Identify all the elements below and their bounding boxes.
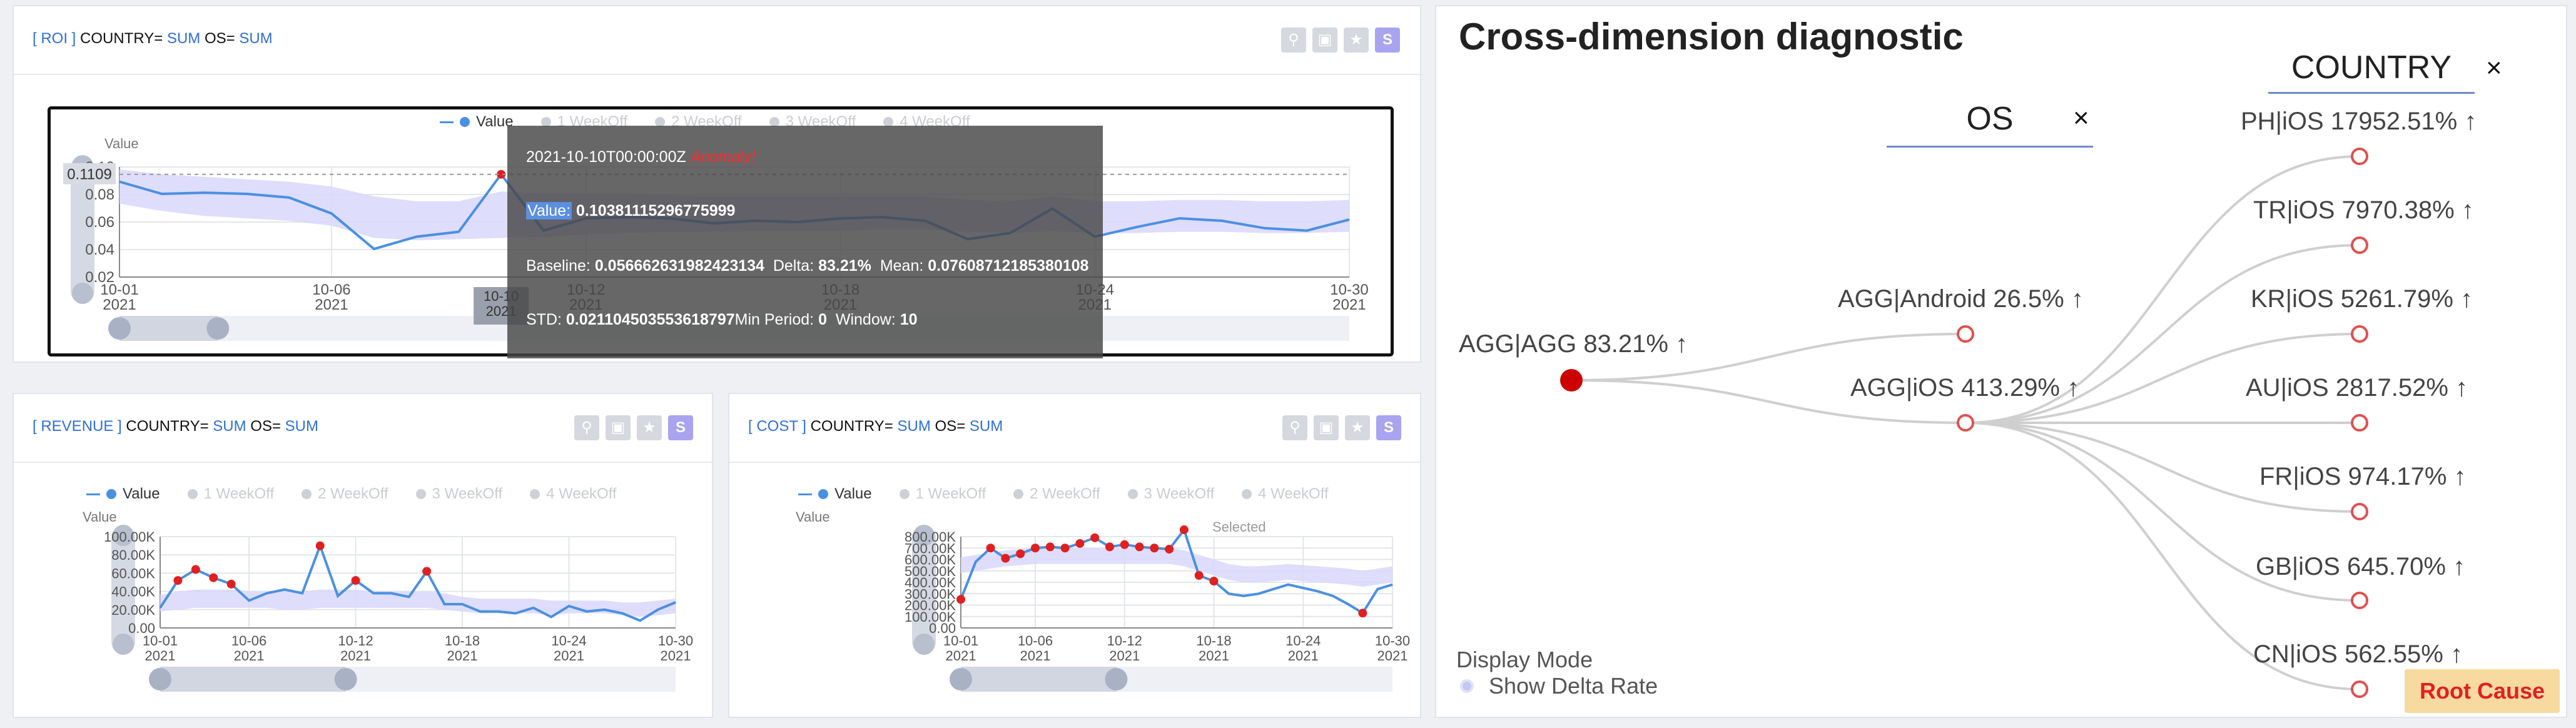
tree-node	[2351, 148, 2368, 165]
root-node	[1560, 369, 1583, 392]
display-mode-label: Display Mode	[1456, 647, 1593, 672]
dashboard-page: [ ROI ] COUNTRY= SUM OS= SUM ⚲ ▣ ★ S Val…	[0, 0, 2576, 728]
leaf-node-label: GB|iOS 645.70% ↑	[2256, 553, 2465, 580]
diagnostic-tree	[1560, 148, 2368, 698]
show-delta-rate-radio[interactable]	[1460, 679, 1474, 693]
tree-node	[2351, 503, 2368, 520]
tree-node	[2351, 592, 2368, 609]
tree-node	[2351, 414, 2368, 432]
tree-node	[2351, 325, 2368, 343]
leaf-node-label: AU|iOS 2817.52% ↑	[2246, 374, 2468, 402]
ios-node-label: AGG|iOS 413.29% ↑	[1850, 374, 2080, 402]
show-delta-rate-label: Show Delta Rate	[1489, 673, 1658, 699]
tree-node	[2351, 680, 2368, 698]
leaf-node-label: FR|iOS 974.17% ↑	[2259, 463, 2467, 490]
root-cause-button[interactable]: Root Cause	[2405, 669, 2560, 713]
tree-node	[2351, 236, 2368, 254]
show-delta-rate-option[interactable]: Show Delta Rate	[1460, 673, 1658, 699]
root-node-label: AGG|AGG 83.21% ↑	[1459, 330, 1688, 358]
leaf-node-label: TR|iOS 7970.38% ↑	[2253, 196, 2474, 224]
leaf-node-label: PH|iOS 17952.51% ↑	[2241, 108, 2477, 135]
android-node-label: AGG|Android 26.5% ↑	[1838, 285, 2084, 313]
leaf-node-label: CN|iOS 562.55% ↑	[2253, 640, 2463, 668]
tree-node	[1957, 414, 1974, 432]
tree-node	[1957, 325, 1974, 343]
leaf-node-label: KR|iOS 5261.79% ↑	[2251, 285, 2473, 313]
